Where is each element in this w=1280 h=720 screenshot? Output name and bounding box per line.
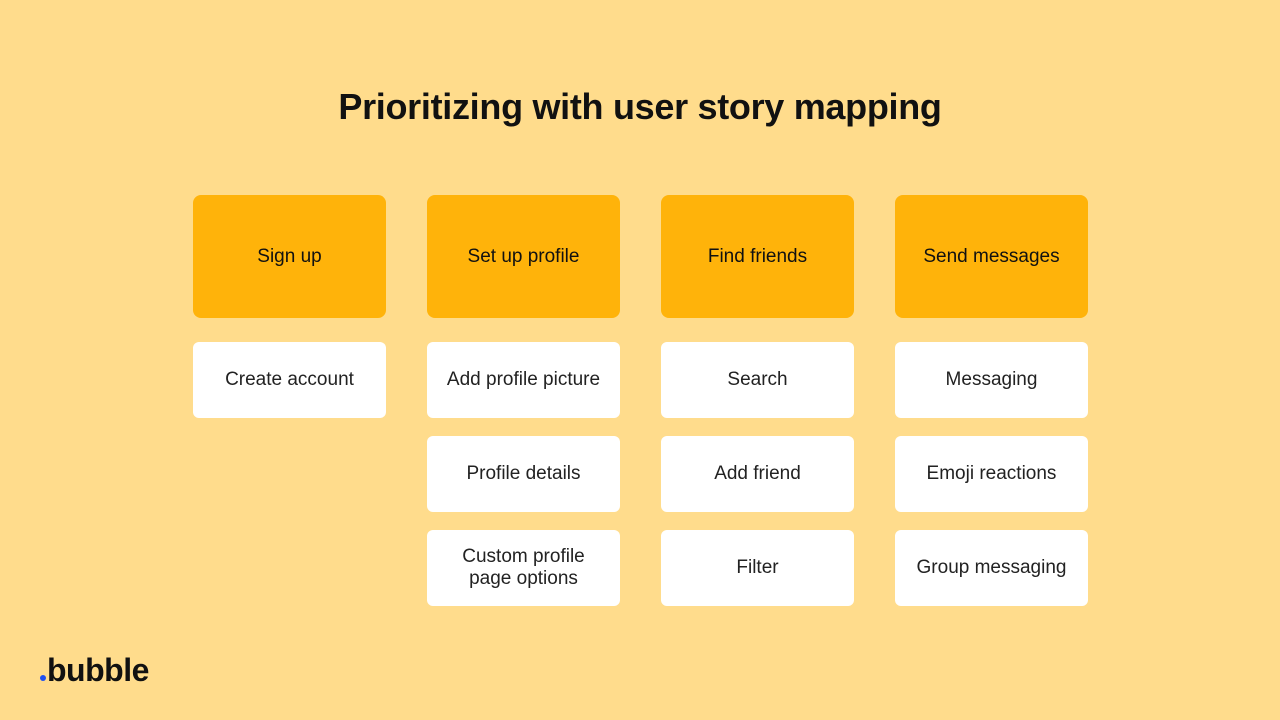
task-card: Emoji reactions — [895, 436, 1088, 512]
task-card: Search — [661, 342, 854, 418]
activity-card: Send messages — [895, 195, 1088, 318]
column-find-friends: Find friends Search Add friend Filter — [661, 195, 854, 606]
task-card: Create account — [193, 342, 386, 418]
logo-dot-icon — [40, 675, 46, 681]
logo-text: bubble — [47, 652, 149, 688]
activity-card: Set up profile — [427, 195, 620, 318]
column-sign-up: Sign up Create account — [193, 195, 386, 418]
activity-card: Sign up — [193, 195, 386, 318]
activity-card: Find friends — [661, 195, 854, 318]
task-card: Messaging — [895, 342, 1088, 418]
task-card: Profile details — [427, 436, 620, 512]
column-send-messages: Send messages Messaging Emoji reactions … — [895, 195, 1088, 606]
bubble-logo: bubble — [40, 652, 149, 689]
page-title: Prioritizing with user story mapping — [338, 86, 942, 127]
task-card: Filter — [661, 530, 854, 606]
task-card: Custom profile page options — [427, 530, 620, 606]
column-set-up-profile: Set up profile Add profile picture Profi… — [427, 195, 620, 606]
task-card: Group messaging — [895, 530, 1088, 606]
task-card: Add profile picture — [427, 342, 620, 418]
task-card: Add friend — [661, 436, 854, 512]
